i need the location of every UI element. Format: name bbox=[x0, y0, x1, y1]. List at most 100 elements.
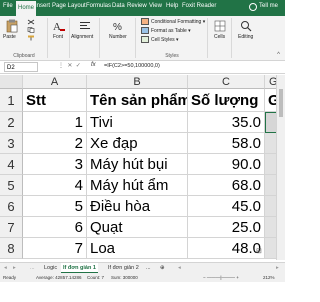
row-header-6[interactable]: 6 bbox=[0, 196, 23, 217]
cell-price[interactable] bbox=[265, 238, 276, 259]
status-bar: Ready Average: 42857.14286 Count: 7 Sum:… bbox=[0, 273, 285, 282]
tab-review[interactable]: Review bbox=[127, 3, 147, 9]
cells-icon[interactable] bbox=[214, 20, 226, 32]
cell-product[interactable]: Máy hút ẩm bbox=[87, 175, 188, 196]
cell-stt[interactable]: 6 bbox=[23, 217, 87, 238]
conditional-formatting-button[interactable]: Conditional Formatting ▾ bbox=[141, 18, 205, 25]
number-button[interactable]: Number bbox=[109, 34, 127, 40]
horizontal-scroll-right-icon[interactable]: ▸ bbox=[276, 263, 279, 273]
vertical-scrollbar[interactable] bbox=[276, 75, 285, 260]
cell-price[interactable] bbox=[265, 196, 276, 217]
tab-help[interactable]: Help bbox=[166, 3, 178, 9]
cell-product[interactable]: Quạt bbox=[87, 217, 188, 238]
horizontal-scroll-left-icon[interactable]: ◂ bbox=[178, 263, 181, 273]
tab-insert[interactable]: Insert bbox=[35, 3, 50, 9]
sheet-tab-if-don-gian-2[interactable]: If đơn giản 2 bbox=[108, 263, 139, 273]
search-icon[interactable] bbox=[240, 20, 252, 32]
font-button[interactable]: Font bbox=[53, 34, 63, 40]
cell-quantity[interactable]: 90.0 bbox=[188, 154, 265, 175]
cell-product[interactable]: Điều hòa bbox=[87, 196, 188, 217]
cell-price[interactable] bbox=[265, 133, 276, 154]
format-as-table-icon bbox=[141, 27, 149, 34]
paste-button[interactable]: Paste bbox=[3, 34, 16, 40]
sheet-nav-left-icon[interactable]: ◂ bbox=[4, 263, 7, 273]
cells-button[interactable]: Cells bbox=[214, 34, 225, 40]
cell-product[interactable]: Máy hút bụi bbox=[87, 154, 188, 175]
collapse-ribbon-icon[interactable]: ^ bbox=[277, 52, 280, 58]
cell-styles-button[interactable]: Cell Styles ▾ bbox=[141, 36, 179, 43]
row-header-8[interactable]: 8 bbox=[0, 238, 23, 259]
status-ready: Ready bbox=[3, 275, 17, 280]
zoom-slider[interactable]: − ———|——— + bbox=[203, 273, 239, 282]
styles-group-label: Styles bbox=[165, 53, 179, 59]
cell-stt[interactable]: 5 bbox=[23, 196, 87, 217]
tab-data[interactable]: Data bbox=[112, 3, 125, 9]
header-cell-price[interactable]: Gi bbox=[265, 89, 276, 112]
select-all-corner[interactable] bbox=[0, 75, 23, 89]
cell-quantity[interactable]: 58.0 bbox=[188, 133, 265, 154]
row-header-5[interactable]: 5 bbox=[0, 175, 23, 196]
format-as-table-button[interactable]: Format as Table ▾ bbox=[141, 27, 191, 34]
sheet-nav-more[interactable]: ... bbox=[30, 263, 35, 273]
cell-product[interactable]: Loa bbox=[87, 238, 188, 259]
header-cell-stt[interactable]: Stt bbox=[23, 89, 87, 112]
cell-stt[interactable]: 7 bbox=[23, 238, 87, 259]
font-group: A Font bbox=[48, 16, 70, 60]
formula-input[interactable]: =IF(C2>=50,100000,0) bbox=[104, 63, 160, 69]
tab-formulas[interactable]: Formulas bbox=[86, 3, 111, 9]
cell-stt[interactable]: 3 bbox=[23, 154, 87, 175]
name-box[interactable]: D2 bbox=[4, 62, 38, 72]
column-header-c[interactable]: C bbox=[188, 75, 265, 89]
cell-quantity[interactable]: 48.0 bbox=[188, 238, 265, 259]
cell-quantity[interactable]: 68.0 bbox=[188, 175, 265, 196]
tell-me-search[interactable]: Tell me bbox=[259, 3, 278, 9]
insert-function-button[interactable]: fx bbox=[91, 62, 96, 68]
cell-price[interactable] bbox=[265, 154, 276, 175]
add-sheet-icon[interactable]: ⊕ bbox=[160, 263, 165, 273]
column-header-d[interactable]: Gi bbox=[265, 75, 276, 89]
sheet-nav-more-right[interactable]: ... bbox=[146, 263, 151, 273]
row-header-4[interactable]: 4 bbox=[0, 154, 23, 175]
cell-stt[interactable]: 1 bbox=[23, 112, 87, 133]
scrollbar-thumb[interactable] bbox=[279, 89, 283, 117]
cell-product[interactable]: Tivi bbox=[87, 112, 188, 133]
worksheet-grid[interactable]: A B C Gi 1 2 3 4 5 6 7 8 Stt Tên sản phẩ… bbox=[0, 75, 276, 260]
cell-price[interactable] bbox=[265, 175, 276, 196]
cell-stt[interactable]: 4 bbox=[23, 175, 87, 196]
cell-quantity[interactable]: 35.0 bbox=[188, 112, 265, 133]
percent-icon[interactable]: % bbox=[112, 20, 124, 32]
column-header-a[interactable]: A bbox=[23, 75, 87, 89]
tab-view[interactable]: View bbox=[149, 3, 162, 9]
cell-quantity[interactable]: 25.0 bbox=[188, 217, 265, 238]
sheet-tab-if-don-gian-1[interactable]: If đơn giản 1 bbox=[61, 263, 98, 273]
tab-page-layout[interactable]: Page Layout bbox=[52, 3, 86, 9]
alignment-button[interactable]: Alignment bbox=[71, 34, 93, 40]
header-cell-product-name[interactable]: Tên sản phẩm bbox=[87, 89, 188, 112]
cell-stt[interactable]: 2 bbox=[23, 133, 87, 154]
format-painter-icon[interactable] bbox=[27, 35, 35, 41]
active-cell-d2[interactable] bbox=[265, 112, 276, 133]
tab-home[interactable]: Home bbox=[16, 1, 37, 16]
tab-foxit-reader[interactable]: Foxit Reader bbox=[182, 3, 216, 9]
sheet-nav-right-icon[interactable]: ▸ bbox=[13, 263, 16, 273]
font-icon[interactable]: A bbox=[52, 20, 66, 32]
column-header-b[interactable]: B bbox=[87, 75, 188, 89]
alignment-icon[interactable] bbox=[79, 20, 91, 32]
cell-quantity[interactable]: 45.0 bbox=[188, 196, 265, 217]
status-average: Average: 42857.14286 bbox=[36, 275, 82, 280]
cut-icon[interactable] bbox=[27, 19, 35, 25]
row-header-3[interactable]: 3 bbox=[0, 133, 23, 154]
row-header-1[interactable]: 1 bbox=[0, 89, 23, 112]
sheet-tab-logic[interactable]: Logic bbox=[44, 263, 57, 273]
cell-product[interactable]: Xe đạp bbox=[87, 133, 188, 154]
paste-icon[interactable] bbox=[6, 19, 18, 33]
quick-analysis-icon[interactable]: ⊞ bbox=[256, 247, 262, 255]
editing-button[interactable]: Editing bbox=[238, 34, 253, 40]
cell-price[interactable] bbox=[265, 217, 276, 238]
row-header-2[interactable]: 2 bbox=[0, 112, 23, 133]
row-header-7[interactable]: 7 bbox=[0, 217, 23, 238]
copy-icon[interactable] bbox=[27, 27, 35, 33]
zoom-level[interactable]: 212% bbox=[263, 273, 275, 282]
header-cell-quantity[interactable]: Số lượng bbox=[188, 89, 265, 112]
tab-file[interactable]: File bbox=[3, 3, 13, 9]
